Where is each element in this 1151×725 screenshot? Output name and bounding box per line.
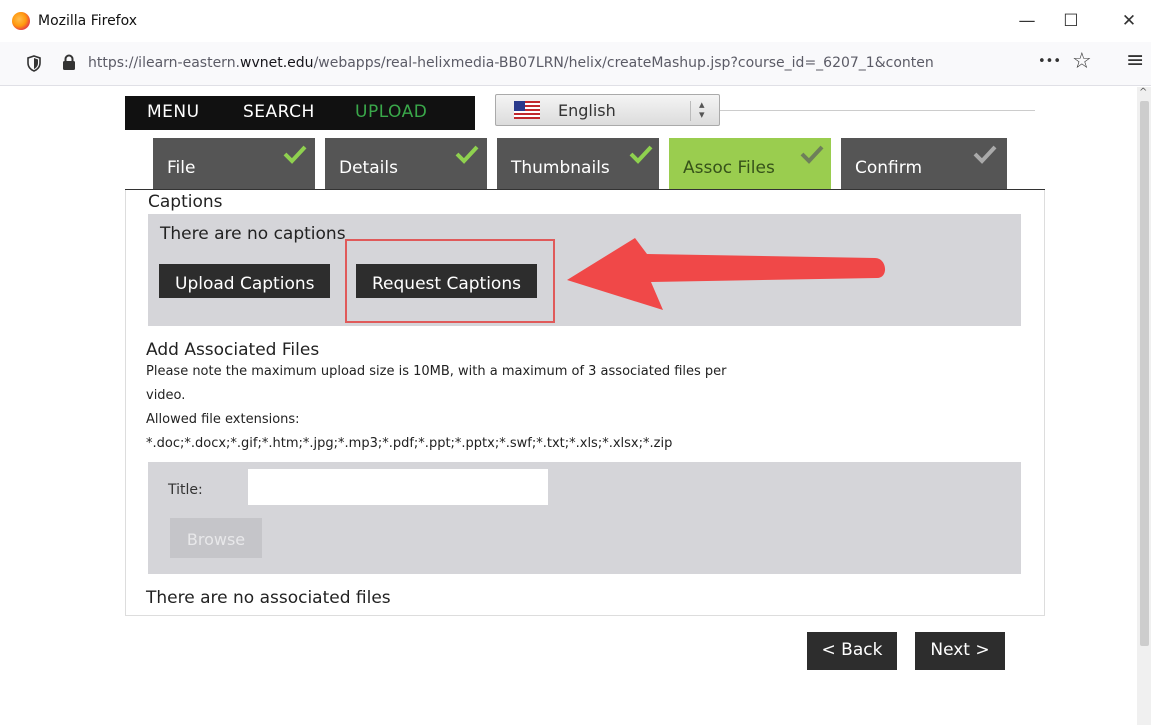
check-icon xyxy=(973,145,997,164)
page-actions-icon[interactable]: ••• xyxy=(1038,54,1061,69)
upload-captions-button[interactable]: Upload Captions xyxy=(159,264,331,298)
us-flag-icon xyxy=(514,101,540,119)
tab-thumbnails[interactable]: Thumbnails xyxy=(497,138,659,190)
tab-label: File xyxy=(167,158,196,178)
url-prefix: https://ilearn-eastern. xyxy=(88,55,241,71)
menu-link[interactable]: MENU xyxy=(147,102,200,122)
no-associated-files-text: There are no associated files xyxy=(146,588,391,608)
check-icon xyxy=(629,145,653,164)
window-titlebar: Mozilla Firefox — ☐ ✕ xyxy=(0,0,1151,42)
next-button[interactable]: Next > xyxy=(915,632,1005,670)
no-captions-text: There are no captions xyxy=(160,224,346,244)
allowed-extensions-label: Allowed file extensions: xyxy=(146,412,300,427)
url-bar[interactable]: https://ilearn-eastern.wvnet.edu/webapps… xyxy=(88,55,1033,71)
title-input[interactable] xyxy=(248,469,548,505)
select-updown-icon: ▴ ▾ xyxy=(699,98,705,121)
window-title: Mozilla Firefox xyxy=(38,13,138,29)
vertical-scrollbar[interactable]: ^ xyxy=(1137,87,1151,725)
tab-details[interactable]: Details xyxy=(325,138,487,190)
language-label: English xyxy=(558,101,616,120)
scroll-up-arrow-icon[interactable]: ^ xyxy=(1139,87,1147,98)
lock-icon[interactable] xyxy=(62,54,76,71)
bookmark-star-icon[interactable]: ☆ xyxy=(1072,49,1092,74)
allowed-extensions-list: *.doc;*.docx;*.gif;*.htm;*.jpg;*.mp3;*.p… xyxy=(146,436,673,451)
tab-confirm[interactable]: Confirm xyxy=(841,138,1007,190)
tab-label: Thumbnails xyxy=(511,158,610,178)
search-link[interactable]: SEARCH xyxy=(243,102,315,122)
highlight-box xyxy=(345,239,555,323)
firefox-logo-icon xyxy=(12,12,30,30)
check-icon xyxy=(800,145,824,164)
minimize-button[interactable]: — xyxy=(1012,8,1042,34)
browser-navbar: https://ilearn-eastern.wvnet.edu/webapps… xyxy=(0,42,1151,86)
top-menu-bar: MENU SEARCH UPLOAD xyxy=(125,96,475,130)
upload-size-note-cont: video. xyxy=(146,388,186,403)
shield-icon[interactable] xyxy=(27,55,41,72)
tab-label: Details xyxy=(339,158,398,178)
close-button[interactable]: ✕ xyxy=(1114,8,1144,34)
check-icon xyxy=(455,145,479,164)
upload-link[interactable]: UPLOAD xyxy=(355,102,427,122)
tab-label: Assoc Files xyxy=(683,158,775,178)
url-suffix: /webapps/real-helixmedia-BB07LRN/helix/c… xyxy=(313,55,934,71)
tab-label: Confirm xyxy=(855,158,923,178)
tab-file[interactable]: File xyxy=(153,138,315,190)
language-select[interactable]: English ▴ ▾ xyxy=(495,94,720,126)
title-label: Title: xyxy=(168,482,203,498)
browse-button[interactable]: Browse xyxy=(170,518,262,558)
tab-assoc-files[interactable]: Assoc Files xyxy=(669,138,831,190)
annotation-arrow-icon xyxy=(567,238,886,310)
hamburger-menu-icon[interactable]: ≡ xyxy=(1126,48,1144,73)
assoc-files-heading: Add Associated Files xyxy=(146,340,320,360)
scrollbar-thumb[interactable] xyxy=(1140,101,1149,646)
associated-file-panel: Title: Browse xyxy=(148,462,1021,574)
maximize-button[interactable]: ☐ xyxy=(1056,8,1086,34)
check-icon xyxy=(283,145,307,164)
url-domain: wvnet.edu xyxy=(240,55,314,71)
back-button[interactable]: < Back xyxy=(807,632,897,670)
upload-size-note: Please note the maximum upload size is 1… xyxy=(146,364,727,379)
captions-heading: Captions xyxy=(148,192,223,212)
